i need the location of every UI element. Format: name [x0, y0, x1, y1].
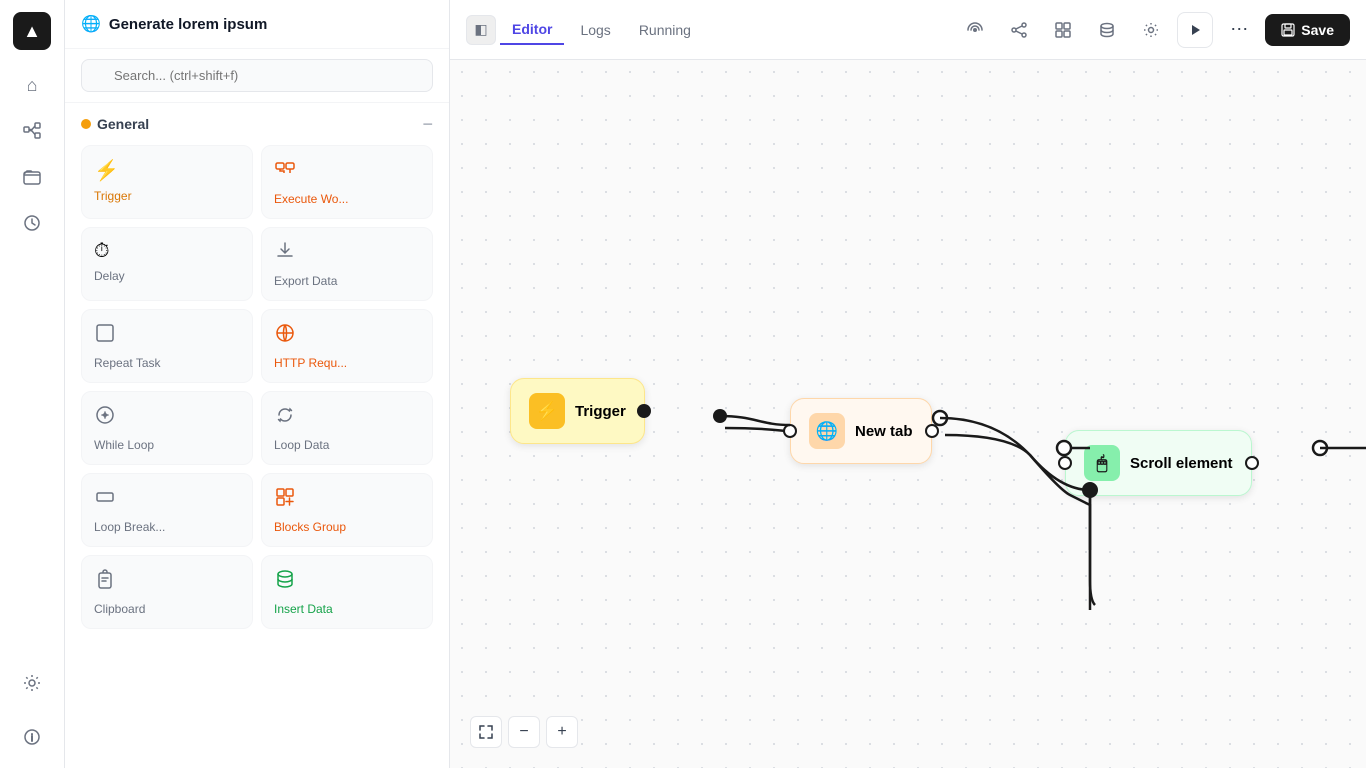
export-data-icon: [274, 240, 420, 268]
execute-workflow-icon: [274, 158, 420, 186]
block-while-loop[interactable]: While Loop: [81, 391, 253, 465]
block-repeat-task[interactable]: Repeat Task: [81, 309, 253, 383]
trigger-node-icon: ⚡: [529, 393, 565, 429]
while-loop-icon: [94, 404, 240, 432]
blocks-grid: ⚡ Trigger Execute Wo... ⏱ Delay: [81, 145, 433, 629]
save-btn[interactable]: Save: [1265, 14, 1350, 46]
expand-btn[interactable]: [470, 716, 502, 748]
block-trigger-label: Trigger: [94, 189, 240, 203]
insert-data-icon: [274, 568, 420, 596]
nav-history[interactable]: [13, 204, 51, 242]
canvas[interactable]: ⚡ Trigger 🌐 New tab 🖱 Scroll element: [450, 60, 1366, 768]
trigger-out-dot[interactable]: [637, 404, 651, 418]
block-execute-workflow-label: Execute Wo...: [274, 192, 420, 206]
http-request-icon: [274, 322, 420, 350]
toolbar-left: ◧ Editor Logs Running: [466, 15, 703, 45]
section-dot: [81, 119, 91, 129]
panel-title: Generate lorem ipsum: [109, 16, 267, 33]
newtab-node-label: New tab: [855, 423, 913, 440]
block-export-data-label: Export Data: [274, 274, 420, 288]
block-while-loop-label: While Loop: [94, 438, 240, 452]
delay-icon: ⏱: [94, 240, 240, 263]
zoom-in-btn[interactable]: +: [546, 716, 578, 748]
node-newtab[interactable]: 🌐 New tab: [790, 398, 932, 464]
block-insert-data-label: Insert Data: [274, 602, 420, 616]
tab-logs[interactable]: Logs: [568, 16, 622, 44]
block-delay-label: Delay: [94, 269, 240, 283]
panel-content: General − ⚡ Trigger Exec: [65, 103, 449, 768]
main-area: ◧ Editor Logs Running: [450, 0, 1366, 768]
block-insert-data[interactable]: Insert Data: [261, 555, 433, 629]
newtab-in-dot: [783, 424, 797, 438]
trigger-icon: ⚡: [94, 158, 240, 183]
tab-running[interactable]: Running: [627, 16, 703, 44]
nav-folder[interactable]: [13, 158, 51, 196]
nav-info[interactable]: [13, 718, 51, 756]
node-scroll-element[interactable]: 🖱 Scroll element: [1065, 430, 1252, 496]
trigger-node-label: Trigger: [575, 403, 626, 420]
tab-editor[interactable]: Editor: [500, 15, 564, 45]
settings-cog-btn[interactable]: [1133, 12, 1169, 48]
block-blocks-group-label: Blocks Group: [274, 520, 420, 534]
node-trigger[interactable]: ⚡ Trigger: [510, 378, 645, 444]
block-export-data[interactable]: Export Data: [261, 227, 433, 301]
block-http-request-label: HTTP Requ...: [274, 356, 420, 370]
left-sidebar: ▲ ⌂: [0, 0, 65, 768]
loop-data-icon: [274, 404, 420, 432]
section-header: General −: [81, 115, 433, 133]
database-btn[interactable]: [1089, 12, 1125, 48]
section-collapse-btn[interactable]: −: [422, 115, 433, 133]
loop-break-icon: [94, 486, 240, 514]
scroll-in-dot: [1058, 456, 1072, 470]
share-btn[interactable]: [1001, 12, 1037, 48]
globe-icon: 🌐: [81, 14, 101, 34]
section-title: General: [97, 116, 149, 132]
block-clipboard-label: Clipboard: [94, 602, 240, 616]
block-execute-workflow[interactable]: Execute Wo...: [261, 145, 433, 219]
blocks-group-icon: [274, 486, 420, 514]
newtab-node-icon: 🌐: [809, 413, 845, 449]
sidebar-toggle-btn[interactable]: ◧: [466, 15, 496, 45]
repeat-task-icon: [94, 322, 240, 350]
panel-sidebar: 🌐 Generate lorem ipsum General − ⚡: [65, 0, 450, 768]
zoom-in-icon: +: [557, 723, 566, 741]
clipboard-icon: [94, 568, 240, 596]
more-options-btn[interactable]: ⋯: [1221, 12, 1257, 48]
panel-header: 🌐 Generate lorem ipsum: [65, 0, 449, 49]
scroll-node-label: Scroll element: [1130, 455, 1233, 472]
block-loop-data[interactable]: Loop Data: [261, 391, 433, 465]
nav-home[interactable]: ⌂: [13, 66, 51, 104]
play-btn[interactable]: [1177, 12, 1213, 48]
zoom-controls: − +: [470, 716, 578, 748]
toolbar-right: ⋯ Save: [957, 12, 1350, 48]
block-repeat-task-label: Repeat Task: [94, 356, 240, 370]
newtab-out-dot: [925, 424, 939, 438]
save-label: Save: [1301, 22, 1334, 38]
broadcast-btn[interactable]: [957, 12, 993, 48]
scroll-out-dot: [1245, 456, 1259, 470]
block-loop-data-label: Loop Data: [274, 438, 420, 452]
scroll-node-icon: 🖱: [1084, 445, 1120, 481]
nav-settings[interactable]: [13, 664, 51, 702]
grid-btn[interactable]: [1045, 12, 1081, 48]
block-delay[interactable]: ⏱ Delay: [81, 227, 253, 301]
block-trigger[interactable]: ⚡ Trigger: [81, 145, 253, 219]
block-blocks-group[interactable]: Blocks Group: [261, 473, 433, 547]
search-input[interactable]: [81, 59, 433, 92]
zoom-out-icon: −: [519, 723, 528, 741]
search-bar: [65, 49, 449, 103]
block-loop-break-label: Loop Break...: [94, 520, 240, 534]
block-loop-break[interactable]: Loop Break...: [81, 473, 253, 547]
toolbar: ◧ Editor Logs Running: [450, 0, 1366, 60]
zoom-out-btn[interactable]: −: [508, 716, 540, 748]
block-clipboard[interactable]: Clipboard: [81, 555, 253, 629]
nav-workflow[interactable]: [13, 112, 51, 150]
app-logo[interactable]: ▲: [13, 12, 51, 50]
block-http-request[interactable]: HTTP Requ...: [261, 309, 433, 383]
